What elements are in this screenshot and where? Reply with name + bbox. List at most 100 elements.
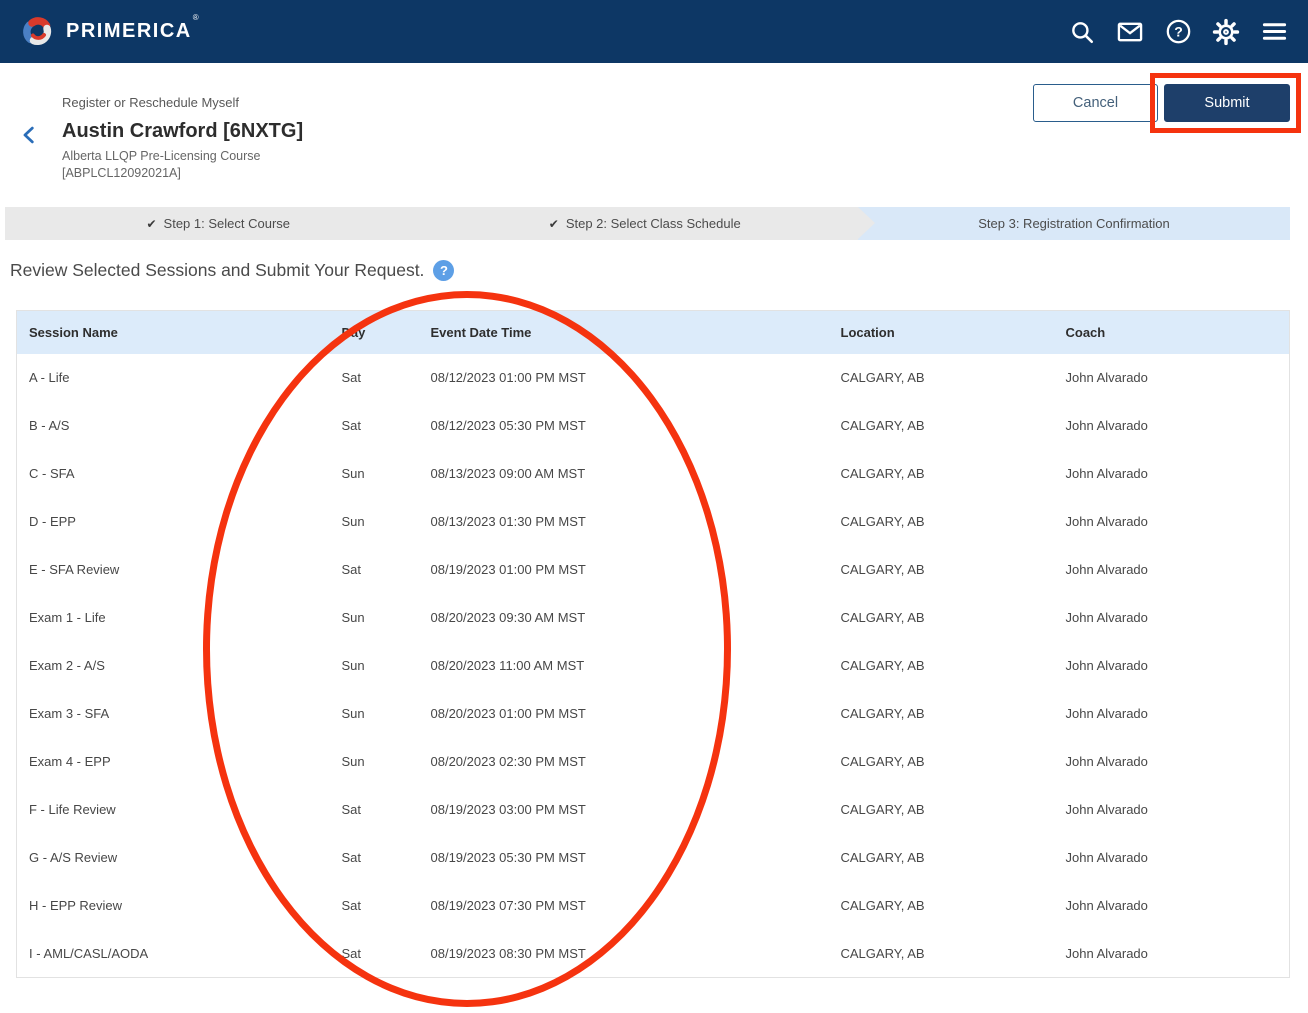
day-cell: Sat <box>330 882 419 930</box>
sessions-table-body: A - Life Sat 08/12/2023 01:00 PM MST CAL… <box>17 354 1290 978</box>
event-date-time-cell: 08/19/2023 03:00 PM MST <box>419 786 829 834</box>
coach-cell: John Alvarado <box>1054 402 1290 450</box>
coach-cell: John Alvarado <box>1054 834 1290 882</box>
step-progress-bar: ✔ Step 1: Select Course ✔ Step 2: Select… <box>5 207 1290 240</box>
course-name: Alberta LLQP Pre-Licensing Course <box>62 148 261 165</box>
day-cell: Sun <box>330 450 419 498</box>
coach-cell: John Alvarado <box>1054 786 1290 834</box>
event-date-time-cell: 08/12/2023 01:00 PM MST <box>419 354 829 402</box>
day-cell: Sun <box>330 594 419 642</box>
session-name-cell: Exam 3 - SFA <box>17 690 330 738</box>
session-row: E - SFA Review Sat 08/19/2023 01:00 PM M… <box>17 546 1290 594</box>
steps-completed-section: ✔ Step 1: Select Course ✔ Step 2: Select… <box>5 207 858 240</box>
top-navbar: PRIMERICA® ? <box>0 0 1308 63</box>
column-header-coach: Coach <box>1054 311 1290 354</box>
section-help-icon[interactable]: ? <box>433 260 454 281</box>
location-cell: CALGARY, AB <box>829 930 1054 978</box>
event-date-time-cell: 08/19/2023 07:30 PM MST <box>419 882 829 930</box>
session-name-cell: Exam 1 - Life <box>17 594 330 642</box>
help-icon: ? <box>1165 18 1192 45</box>
event-date-time-cell: 08/13/2023 01:30 PM MST <box>419 498 829 546</box>
location-cell: CALGARY, AB <box>829 882 1054 930</box>
step-1-select-course[interactable]: ✔ Step 1: Select Course <box>5 207 432 240</box>
day-cell: Sun <box>330 642 419 690</box>
search-icon <box>1069 19 1095 45</box>
event-date-time-cell: 08/13/2023 09:00 AM MST <box>419 450 829 498</box>
coach-cell: John Alvarado <box>1054 642 1290 690</box>
step-1-label: Step 1: Select Course <box>164 216 290 231</box>
section-heading: Review Selected Sessions and Submit Your… <box>10 260 454 281</box>
svg-text:?: ? <box>1174 24 1183 40</box>
location-cell: CALGARY, AB <box>829 834 1054 882</box>
coach-cell: John Alvarado <box>1054 546 1290 594</box>
location-cell: CALGARY, AB <box>829 546 1054 594</box>
session-name-cell: C - SFA <box>17 450 330 498</box>
event-date-time-cell: 08/12/2023 05:30 PM MST <box>419 402 829 450</box>
submit-button[interactable]: Submit <box>1164 84 1290 122</box>
navbar-actions: ? <box>1068 18 1288 46</box>
sessions-table: Session Name Day Event Date Time Locatio… <box>16 310 1290 978</box>
location-cell: CALGARY, AB <box>829 594 1054 642</box>
settings-icon <box>1212 18 1240 46</box>
session-name-cell: Exam 2 - A/S <box>17 642 330 690</box>
course-code: [ABPLCL12092021A] <box>62 165 261 182</box>
settings-button[interactable] <box>1212 18 1240 46</box>
search-button[interactable] <box>1068 18 1096 46</box>
event-date-time-cell: 08/19/2023 01:00 PM MST <box>419 546 829 594</box>
column-header-session-name: Session Name <box>17 311 330 354</box>
location-cell: CALGARY, AB <box>829 786 1054 834</box>
session-name-cell: F - Life Review <box>17 786 330 834</box>
step-2-label: Step 2: Select Class Schedule <box>566 216 741 231</box>
session-name-cell: H - EPP Review <box>17 882 330 930</box>
help-button[interactable]: ? <box>1164 18 1192 46</box>
step-3-label: Step 3: Registration Confirmation <box>978 216 1169 231</box>
primerica-logo-icon <box>20 14 56 50</box>
coach-cell: John Alvarado <box>1054 450 1290 498</box>
day-cell: Sun <box>330 738 419 786</box>
column-header-location: Location <box>829 311 1054 354</box>
menu-button[interactable] <box>1260 18 1288 46</box>
coach-cell: John Alvarado <box>1054 498 1290 546</box>
session-row: D - EPP Sun 08/13/2023 01:30 PM MST CALG… <box>17 498 1290 546</box>
coach-cell: John Alvarado <box>1054 594 1290 642</box>
chevron-left-icon <box>19 124 41 146</box>
event-date-time-cell: 08/20/2023 01:00 PM MST <box>419 690 829 738</box>
session-name-cell: G - A/S Review <box>17 834 330 882</box>
session-row: Exam 2 - A/S Sun 08/20/2023 11:00 AM MST… <box>17 642 1290 690</box>
brand-name: PRIMERICA <box>66 20 192 42</box>
event-date-time-cell: 08/20/2023 02:30 PM MST <box>419 738 829 786</box>
step-2-select-class-schedule[interactable]: ✔ Step 2: Select Class Schedule <box>432 207 859 240</box>
day-cell: Sat <box>330 834 419 882</box>
column-header-event-date-time: Event Date Time <box>419 311 829 354</box>
cancel-button[interactable]: Cancel <box>1033 84 1158 122</box>
column-header-day: Day <box>330 311 419 354</box>
location-cell: CALGARY, AB <box>829 498 1054 546</box>
primerica-brand[interactable]: PRIMERICA® <box>20 14 198 50</box>
location-cell: CALGARY, AB <box>829 690 1054 738</box>
session-name-cell: I - AML/CASL/AODA <box>17 930 330 978</box>
mail-button[interactable] <box>1116 18 1144 46</box>
breadcrumb: Register or Reschedule Myself <box>62 95 239 110</box>
day-cell: Sat <box>330 354 419 402</box>
day-cell: Sat <box>330 402 419 450</box>
session-row: G - A/S Review Sat 08/19/2023 05:30 PM M… <box>17 834 1290 882</box>
session-name-cell: A - Life <box>17 354 330 402</box>
day-cell: Sat <box>330 546 419 594</box>
session-row: A - Life Sat 08/12/2023 01:00 PM MST CAL… <box>17 354 1290 402</box>
table-header-row: Session Name Day Event Date Time Locatio… <box>17 311 1290 354</box>
coach-cell: John Alvarado <box>1054 930 1290 978</box>
location-cell: CALGARY, AB <box>829 354 1054 402</box>
session-row: H - EPP Review Sat 08/19/2023 07:30 PM M… <box>17 882 1290 930</box>
session-name-cell: B - A/S <box>17 402 330 450</box>
check-icon: ✔ <box>146 217 156 231</box>
check-icon: ✔ <box>549 217 559 231</box>
event-date-time-cell: 08/20/2023 09:30 AM MST <box>419 594 829 642</box>
session-name-cell: E - SFA Review <box>17 546 330 594</box>
session-row: I - AML/CASL/AODA Sat 08/19/2023 08:30 P… <box>17 930 1290 978</box>
coach-cell: John Alvarado <box>1054 690 1290 738</box>
back-button[interactable] <box>16 123 44 149</box>
event-date-time-cell: 08/20/2023 11:00 AM MST <box>419 642 829 690</box>
coach-cell: John Alvarado <box>1054 738 1290 786</box>
page-title: Austin Crawford [6NXTG] <box>62 120 303 143</box>
location-cell: CALGARY, AB <box>829 642 1054 690</box>
